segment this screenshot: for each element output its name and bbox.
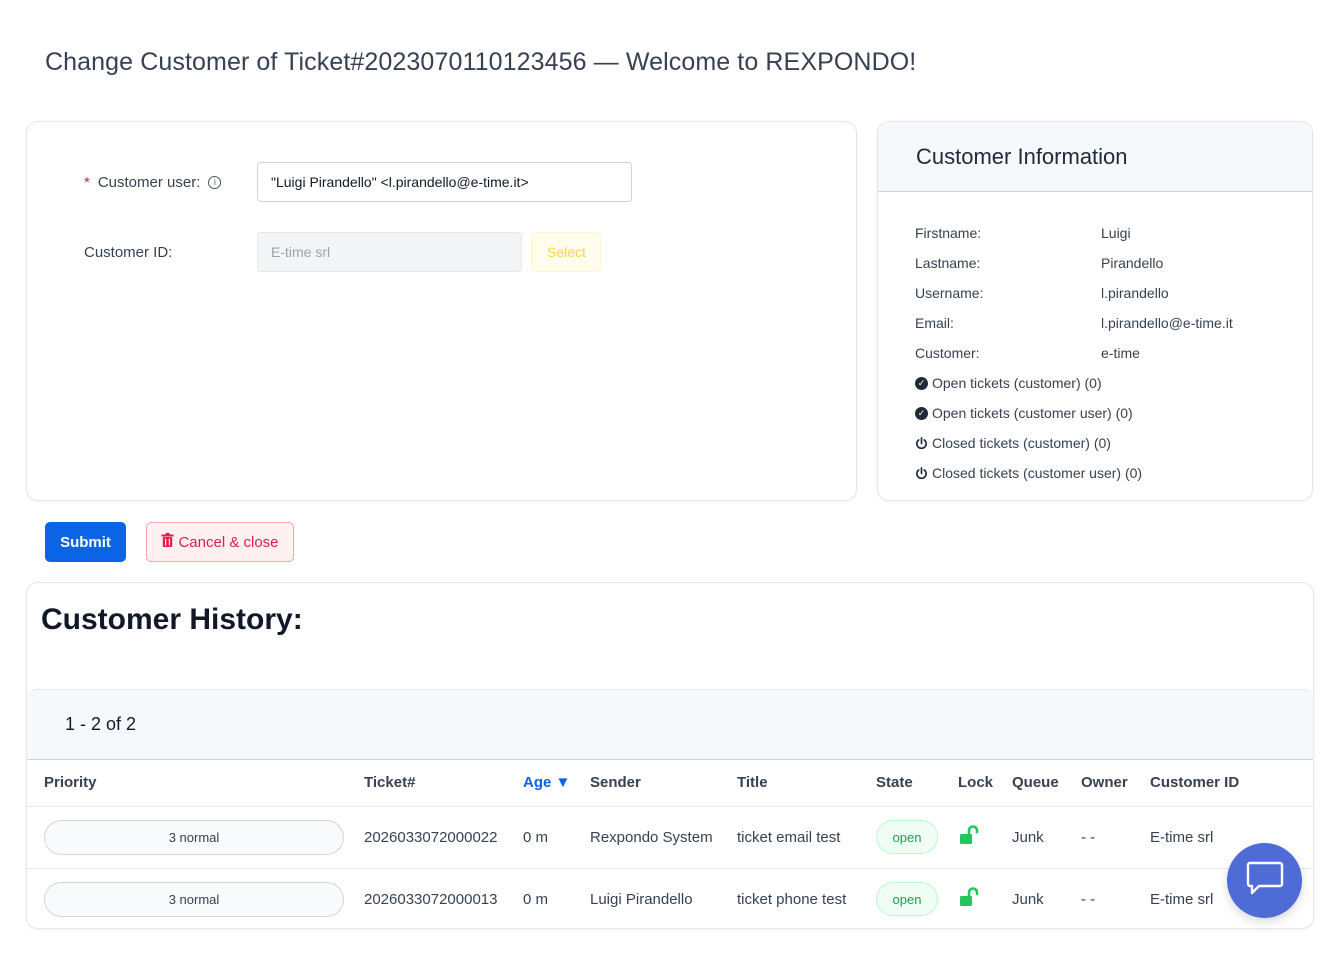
customer-history-title: Customer History: <box>41 603 303 636</box>
ticket-sender: Luigi Pirandello <box>590 868 737 928</box>
column-title[interactable]: Title <box>737 760 876 807</box>
column-sender[interactable]: Sender <box>590 760 737 807</box>
pagination-summary: 1 - 2 of 2 <box>27 689 1313 760</box>
info-icon[interactable]: i <box>208 175 222 189</box>
customer-history-panel: Customer History: 1 - 2 of 2 Priority Ti… <box>26 582 1314 929</box>
ticket-owner: - - <box>1081 868 1150 928</box>
ticket-owner: - - <box>1081 806 1150 869</box>
ticket-number[interactable]: 2026033072000013 <box>364 868 523 928</box>
customer-user-label: * Customer user: i <box>84 174 257 191</box>
sort-desc-icon: ▼ <box>555 774 571 792</box>
column-customer-id[interactable]: Customer ID <box>1150 760 1313 807</box>
priority-badge: 3 normal <box>44 819 344 855</box>
page-title: Change Customer of Ticket#20230701101234… <box>45 48 917 76</box>
info-row-email: Email: l.pirandello@e-time.it <box>915 315 1233 331</box>
open-tickets-customer-link[interactable]: ✓ Open tickets (customer) (0) <box>915 368 1233 398</box>
customer-information-list: Firstname: Luigi Lastname: Pirandello User… <box>915 218 1233 488</box>
unlock-icon <box>958 825 980 849</box>
column-queue[interactable]: Queue <box>1012 760 1081 807</box>
column-owner[interactable]: Owner <box>1081 760 1150 807</box>
table-row[interactable]: 3 normal 2026033072000013 0 m Luigi Pira… <box>27 868 1313 928</box>
submit-button[interactable]: Submit <box>45 522 126 562</box>
customer-user-input[interactable]: "Luigi Pirandello" <l.pirandello@e-time.… <box>257 162 632 202</box>
ticket-table: Priority Ticket# Age ▼ Sender Title Stat… <box>27 760 1313 928</box>
chat-icon <box>1245 859 1285 902</box>
ticket-queue: Junk <box>1012 806 1081 869</box>
customer-id-row: Customer ID: E-time srl Select <box>84 232 601 272</box>
closed-tickets-customer-user-link[interactable]: Closed tickets (customer user) (0) <box>915 458 1233 488</box>
ticket-title[interactable]: ticket phone test <box>737 868 876 928</box>
ticket-age: 0 m <box>523 868 590 928</box>
priority-badge: 3 normal <box>44 881 344 917</box>
select-button[interactable]: Select <box>532 232 601 272</box>
ticket-sender: Rexpondo System <box>590 806 737 869</box>
customer-information-panel: Customer Information Firstname: Luigi Las… <box>877 121 1313 501</box>
power-icon <box>915 466 928 480</box>
column-lock[interactable]: Lock <box>958 760 1012 807</box>
table-header: Priority Ticket# Age ▼ Sender Title Stat… <box>27 760 1313 807</box>
customer-id-input: E-time srl <box>257 232 522 272</box>
check-circle-icon: ✓ <box>915 406 928 420</box>
column-age[interactable]: Age ▼ <box>523 760 590 807</box>
closed-tickets-customer-link[interactable]: Closed tickets (customer) (0) <box>915 428 1233 458</box>
info-row-firstname: Firstname: Luigi <box>915 225 1131 241</box>
cancel-close-button[interactable]: Cancel & close <box>146 522 294 562</box>
info-row-username: Username: l.pirandello <box>915 285 1169 301</box>
column-state[interactable]: State <box>876 760 958 807</box>
open-tickets-customer-user-link[interactable]: ✓ Open tickets (customer user) (0) <box>915 398 1233 428</box>
column-priority[interactable]: Priority <box>44 760 364 807</box>
customer-id-label: Customer ID: <box>84 243 173 261</box>
info-row-customer: Customer: e-time <box>915 345 1140 361</box>
ticket-age: 0 m <box>523 806 590 869</box>
info-row-lastname: Lastname: Pirandello <box>915 255 1164 271</box>
change-customer-form: * Customer user: i "Luigi Pirandello" <l… <box>26 121 857 501</box>
unlock-icon <box>958 887 980 911</box>
ticket-queue: Junk <box>1012 868 1081 928</box>
state-badge: open <box>876 882 938 916</box>
table-row[interactable]: 3 normal 2026033072000022 0 m Rexpondo S… <box>27 806 1313 869</box>
customer-user-row: * Customer user: i "Luigi Pirandello" <l… <box>84 162 632 202</box>
ticket-number[interactable]: 2026033072000022 <box>364 806 523 869</box>
state-badge: open <box>876 820 938 854</box>
column-ticket[interactable]: Ticket# <box>364 760 523 807</box>
power-icon <box>915 436 928 450</box>
chat-button[interactable] <box>1227 843 1302 918</box>
trash-icon <box>161 533 174 551</box>
ticket-title[interactable]: ticket email test <box>737 806 876 869</box>
customer-information-title: Customer Information <box>878 122 1312 192</box>
check-circle-icon: ✓ <box>915 376 928 390</box>
